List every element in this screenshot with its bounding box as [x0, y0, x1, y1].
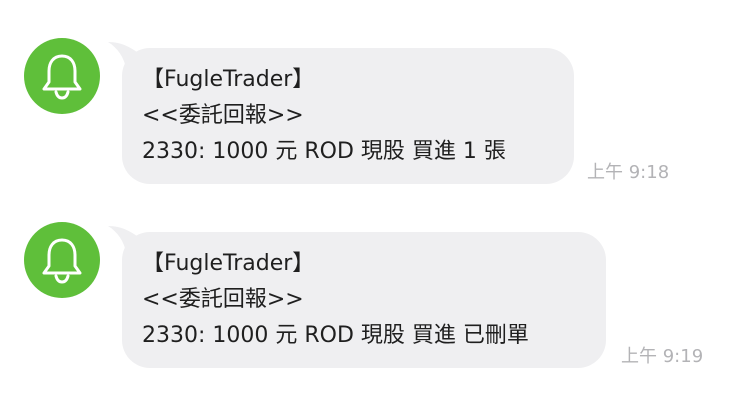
message-line: <<委託回報>> [142, 287, 304, 312]
avatar[interactable] [24, 38, 100, 114]
message-bubble[interactable]: 【FugleTrader】 <<委託回報>> 2330: 1000 元 ROD … [122, 48, 574, 184]
bell-icon [42, 238, 82, 284]
message-timestamp: 上午 9:19 [621, 346, 704, 367]
message-line: <<委託回報>> [142, 103, 304, 128]
message-row: 【FugleTrader】 <<委託回報>> 2330: 1000 元 ROD … [0, 38, 748, 188]
message-line: 2330: 1000 元 ROD 現股 買進 已刪單 [142, 323, 529, 348]
message-line: 2330: 1000 元 ROD 現股 買進 1 張 [142, 139, 506, 164]
message-line: 【FugleTrader】 [142, 251, 315, 276]
message-timestamp: 上午 9:18 [587, 162, 670, 183]
message-bubble[interactable]: 【FugleTrader】 <<委託回報>> 2330: 1000 元 ROD … [122, 232, 606, 368]
message-row: 【FugleTrader】 <<委託回報>> 2330: 1000 元 ROD … [0, 222, 748, 372]
chat-thread: 【FugleTrader】 <<委託回報>> 2330: 1000 元 ROD … [0, 0, 748, 406]
bell-icon [42, 54, 82, 100]
avatar[interactable] [24, 222, 100, 298]
message-line: 【FugleTrader】 [142, 67, 315, 92]
